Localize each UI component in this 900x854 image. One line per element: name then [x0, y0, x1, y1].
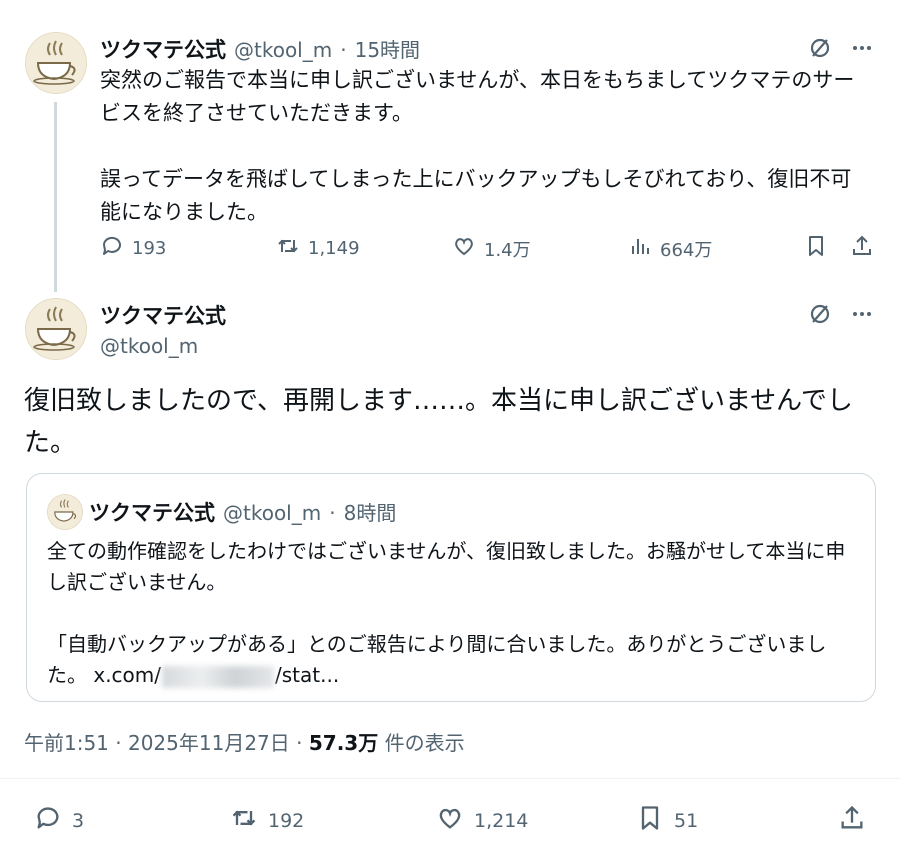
link-prefix[interactable]: x.com/ [93, 663, 161, 687]
thread-line [54, 102, 57, 292]
more-icon[interactable] [850, 302, 874, 330]
share-icon [838, 804, 866, 837]
tweet-actions: 3 192 1,214 51 [24, 804, 874, 840]
like-count: 1,214 [474, 809, 529, 832]
grok-icon[interactable] [808, 302, 832, 330]
tweet-top-actions [808, 36, 874, 64]
display-name[interactable]: ツクマテ公式 [100, 34, 226, 64]
display-name: ツクマテ公式 [89, 501, 215, 525]
bookmark-icon [636, 804, 664, 837]
retweet-icon [276, 234, 300, 263]
tweet-text: 突然のご報告で本当に申し訳ございませんが、本日をもちましてツクマテのサービスを終… [100, 68, 855, 224]
like-button[interactable]: 1.4万 [452, 234, 531, 263]
avatar[interactable] [25, 298, 87, 360]
views-button[interactable]: 664万 [628, 234, 712, 263]
handle: @tkool_m [223, 501, 322, 525]
retweet-count: 192 [268, 809, 305, 832]
separator: · [340, 38, 347, 62]
reply-icon [34, 804, 62, 837]
like-icon [452, 234, 476, 263]
handle[interactable]: @tkool_m [234, 38, 332, 62]
bookmark-button[interactable] [804, 234, 828, 263]
tweet-time[interactable]: 15時間 [355, 34, 420, 63]
separator: · [329, 501, 336, 525]
more-icon[interactable] [850, 36, 874, 64]
share-button[interactable] [850, 234, 874, 263]
tweet-header: ツクマテ公式 @tkool_m · 15時間 [100, 34, 420, 64]
views-icon [628, 234, 652, 263]
redacted-blur [162, 665, 275, 688]
tweet-text: 復旧致しましたので、再開します……。本当に申し訳ございませんでした。 [24, 386, 853, 458]
tweet-time: 8時間 [343, 501, 397, 525]
reply-count: 3 [72, 809, 85, 832]
view-count: 57.3万 [308, 731, 379, 755]
view-label: 件の表示 [378, 731, 465, 755]
quote-tweet[interactable]: ツクマテ公式 @tkool_m · 8時間 全ての動作確認をしたわけではございま… [26, 473, 876, 702]
quote-header: ツクマテ公式 @tkool_m · 8時間 [89, 497, 396, 527]
retweet-button[interactable]: 192 [230, 804, 304, 837]
retweet-count: 1,149 [308, 238, 360, 259]
reply-button[interactable]: 3 [34, 804, 84, 837]
avatar [47, 494, 83, 530]
reply-button[interactable]: 193 [100, 234, 166, 263]
handle[interactable]: @tkool_m [100, 334, 198, 358]
reply-count: 193 [132, 238, 167, 259]
share-button[interactable] [838, 804, 866, 837]
share-icon [850, 234, 874, 263]
bookmark-button[interactable]: 51 [636, 804, 698, 837]
avatar[interactable] [25, 32, 87, 94]
display-name[interactable]: ツクマテ公式 [100, 300, 226, 330]
bookmark-icon [804, 234, 828, 263]
like-button[interactable]: 1,214 [436, 804, 528, 837]
reply-icon [100, 234, 124, 263]
tweet-top-actions [808, 302, 874, 330]
divider [0, 778, 900, 779]
quote-text: 全ての動作確認をしたわけではございませんが、復旧致しました。お騒がせして本当に申… [47, 536, 857, 691]
like-count: 1.4万 [484, 239, 531, 261]
timestamp[interactable]: 午前1:51 · 2025年11月27日 · [24, 731, 309, 755]
tweet-actions: 193 1,149 1.4万 664万 [100, 234, 880, 266]
grok-icon[interactable] [808, 36, 832, 64]
retweet-icon [230, 804, 258, 837]
timestamp-line: 午前1:51 · 2025年11月27日 · 57.3万 件の表示 [24, 727, 465, 756]
views-count: 664万 [660, 239, 713, 261]
like-icon [436, 804, 464, 837]
link-suffix[interactable]: /stat... [275, 663, 339, 687]
retweet-button[interactable]: 1,149 [276, 234, 360, 263]
bookmark-count: 51 [674, 809, 699, 832]
